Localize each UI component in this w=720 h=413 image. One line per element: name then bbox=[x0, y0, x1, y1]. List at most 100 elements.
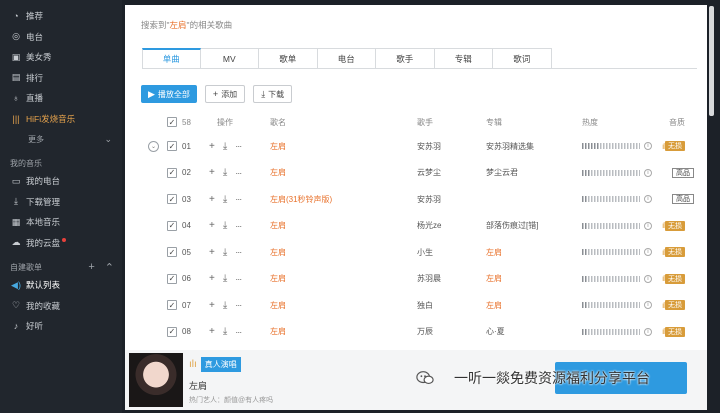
tab-1[interactable]: MV bbox=[200, 48, 259, 69]
row-checkbox[interactable]: ✓ bbox=[167, 194, 177, 205]
download-icon[interactable]: ⤓ bbox=[223, 273, 227, 284]
collapse-row-icon[interactable]: ⌄ bbox=[148, 140, 159, 152]
sidebar-item-mic[interactable]: ♁ 直播 bbox=[0, 88, 122, 109]
song-name[interactable]: 左肩 bbox=[270, 326, 286, 337]
artist-name[interactable]: 小生 bbox=[417, 247, 433, 258]
row-checkbox[interactable]: ✓ bbox=[167, 167, 177, 178]
album-name[interactable]: 左肩 bbox=[486, 247, 502, 258]
select-all-checkbox[interactable]: ✓ bbox=[167, 117, 177, 127]
header-heat[interactable]: 热度 bbox=[582, 117, 598, 128]
download-icon[interactable]: ⤓ bbox=[223, 300, 227, 311]
now-playing-title[interactable]: 左肩 bbox=[189, 379, 207, 392]
info-icon[interactable]: i bbox=[644, 327, 652, 336]
download-icon[interactable]: ⤓ bbox=[223, 167, 227, 178]
add-playlist-icon[interactable]: + bbox=[88, 261, 94, 274]
song-name[interactable]: 左肩(31秒铃声版) bbox=[270, 194, 332, 205]
row-checkbox[interactable]: ✓ bbox=[167, 220, 177, 231]
sidebar-item-speaker[interactable]: ◀) 默认列表 bbox=[0, 275, 122, 296]
table-row[interactable]: ✓ 02 + ⤓ ··· 左肩 云梦尘 梦尘云君 i 高品 bbox=[125, 160, 707, 187]
table-row[interactable]: ✓ 05 + ⤓ ··· 左肩 小生 左肩 i ıl 无损 bbox=[125, 239, 707, 266]
header-quality[interactable]: 音质 bbox=[669, 117, 685, 128]
add-to-list-icon[interactable]: + bbox=[209, 220, 215, 231]
info-icon[interactable]: i bbox=[644, 195, 652, 204]
sidebar-item-download[interactable]: ⤓ 下载管理 bbox=[0, 192, 122, 213]
row-checkbox[interactable]: ✓ bbox=[167, 141, 177, 152]
table-row[interactable]: ✓ 07 + ⤓ ··· 左肩 独白 左肩 i ıl 无损 bbox=[125, 292, 707, 319]
sidebar-item-local-music[interactable]: ▦ 本地音乐 bbox=[0, 212, 122, 233]
song-name[interactable]: 左肩 bbox=[270, 167, 286, 178]
sidebar-item-cloud[interactable]: ☁ 我的云盘 bbox=[0, 233, 122, 254]
artist-name[interactable]: 苏羽晨 bbox=[417, 273, 441, 284]
table-row[interactable]: ✓ 03 + ⤓ ··· 左肩(31秒铃声版) 安苏羽 i 高品 bbox=[125, 186, 707, 213]
download-icon[interactable]: ⤓ bbox=[223, 247, 227, 258]
more-icon[interactable]: ··· bbox=[235, 300, 242, 310]
info-icon[interactable]: i bbox=[644, 248, 652, 257]
more-icon[interactable]: ··· bbox=[235, 141, 242, 151]
more-icon[interactable]: ··· bbox=[235, 274, 242, 284]
add-to-list-icon[interactable]: + bbox=[209, 300, 215, 311]
sidebar-item-video[interactable]: ▣ 美女秀 bbox=[0, 47, 122, 68]
info-icon[interactable]: i bbox=[644, 301, 652, 310]
album-name[interactable]: 部落伤痕过[错] bbox=[486, 220, 538, 231]
table-row[interactable]: ✓ 04 + ⤓ ··· 左肩 杨光ze 部落伤痕过[错] i ıl 无损 bbox=[125, 213, 707, 240]
scrollbar[interactable] bbox=[709, 6, 714, 116]
sidebar-item-recommend[interactable]: ◔ 推荐 bbox=[0, 6, 122, 27]
table-row[interactable]: ✓ 06 + ⤓ ··· 左肩 苏羽晨 左肩 i ıl 无损 bbox=[125, 266, 707, 293]
sidebar-item-radio[interactable]: ◎ 电台 bbox=[0, 27, 122, 48]
add-to-list-icon[interactable]: + bbox=[209, 141, 215, 152]
artist-name[interactable]: 杨光ze bbox=[417, 220, 441, 231]
album-name[interactable]: 左肩 bbox=[486, 300, 502, 311]
add-to-list-icon[interactable]: + bbox=[209, 167, 215, 178]
download-icon[interactable]: ⤓ bbox=[223, 141, 227, 152]
more-toggle[interactable]: 更多 ⌄ bbox=[0, 129, 122, 149]
info-icon[interactable]: i bbox=[644, 221, 652, 230]
table-row[interactable]: ✓ 08 + ⤓ ··· 左肩 万辰 心·夏 i ıl 无损 bbox=[125, 319, 707, 346]
download-icon[interactable]: ⤓ bbox=[223, 326, 227, 337]
sidebar-item-heart[interactable]: ♡ 我的收藏 bbox=[0, 296, 122, 317]
add-to-list-icon[interactable]: + bbox=[209, 247, 215, 258]
sidebar-item-playlist[interactable]: ♪ 好听 bbox=[0, 316, 122, 337]
tab-5[interactable]: 专辑 bbox=[434, 48, 493, 69]
song-name[interactable]: 左肩 bbox=[270, 300, 286, 311]
add-to-list-icon[interactable]: + bbox=[209, 273, 215, 284]
download-icon[interactable]: ⤓ bbox=[223, 220, 227, 231]
play-all-button[interactable]: ▶ 播放全部 bbox=[141, 85, 197, 103]
song-name[interactable]: 左肩 bbox=[270, 273, 286, 284]
table-row[interactable]: ⌄ ✓ 01 + ⤓ ··· 左肩 安苏羽 安苏羽精选集 i ıl 无损 bbox=[125, 133, 707, 160]
artist-name[interactable]: 安苏羽 bbox=[417, 194, 441, 205]
add-to-list-icon[interactable]: + bbox=[209, 326, 215, 337]
more-icon[interactable]: ··· bbox=[235, 168, 242, 178]
row-checkbox[interactable]: ✓ bbox=[167, 300, 177, 311]
more-icon[interactable]: ··· bbox=[235, 327, 242, 337]
download-icon[interactable]: ⤓ bbox=[223, 194, 227, 205]
tab-3[interactable]: 电台 bbox=[317, 48, 376, 69]
download-button[interactable]: ⤓ 下载 bbox=[253, 85, 293, 103]
tab-0[interactable]: 单曲 bbox=[142, 48, 201, 69]
info-icon[interactable]: i bbox=[644, 142, 652, 151]
info-icon[interactable]: i bbox=[644, 274, 652, 283]
row-checkbox[interactable]: ✓ bbox=[167, 326, 177, 337]
artist-name[interactable]: 独白 bbox=[417, 300, 433, 311]
row-checkbox[interactable]: ✓ bbox=[167, 273, 177, 284]
header-name[interactable]: 歌名 bbox=[270, 117, 286, 128]
artist-name[interactable]: 云梦尘 bbox=[417, 167, 441, 178]
artist-name[interactable]: 万辰 bbox=[417, 326, 433, 337]
tab-2[interactable]: 歌单 bbox=[259, 48, 318, 69]
album-name[interactable]: 梦尘云君 bbox=[486, 167, 518, 178]
info-icon[interactable]: i bbox=[644, 168, 652, 177]
sidebar-item-hifi[interactable]: ||| HiFi发烧音乐 bbox=[0, 109, 122, 130]
artist-name[interactable]: 安苏羽 bbox=[417, 141, 441, 152]
song-name[interactable]: 左肩 bbox=[270, 220, 286, 231]
header-artist[interactable]: 歌手 bbox=[417, 117, 433, 128]
album-name[interactable]: 左肩 bbox=[486, 273, 502, 284]
more-icon[interactable]: ··· bbox=[235, 194, 242, 204]
sidebar-item-my-radio[interactable]: ▭ 我的电台 bbox=[0, 171, 122, 192]
collapse-icon[interactable]: ⌃ bbox=[105, 261, 114, 274]
add-button[interactable]: + 添加 bbox=[204, 85, 246, 103]
album-name[interactable]: 安苏羽精选集 bbox=[486, 141, 534, 152]
tab-6[interactable]: 歌词 bbox=[493, 48, 552, 69]
song-name[interactable]: 左肩 bbox=[270, 141, 286, 152]
song-name[interactable]: 左肩 bbox=[270, 247, 286, 258]
album-name[interactable]: 心·夏 bbox=[486, 326, 505, 337]
header-album[interactable]: 专辑 bbox=[486, 117, 502, 128]
